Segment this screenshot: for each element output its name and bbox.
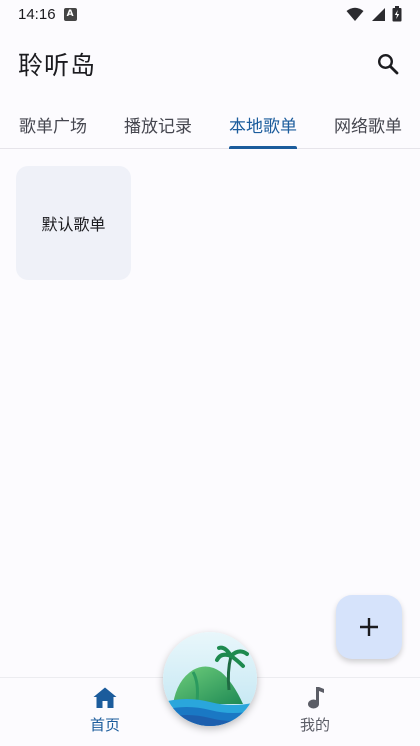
tab-play-history[interactable]: 播放记录 (124, 100, 192, 148)
tab-label: 本地歌单 (229, 116, 297, 137)
tab-label: 播放记录 (124, 116, 192, 137)
home-icon (93, 687, 117, 708)
nav-home[interactable]: 首页 (70, 686, 140, 742)
search-icon (377, 53, 399, 75)
battery-charging-icon (392, 6, 402, 22)
now-playing-disc[interactable] (163, 632, 257, 726)
playlist-name: 默认歌单 (41, 215, 106, 234)
cell-signal-icon (372, 7, 385, 21)
keyboard-a-icon: A (63, 7, 77, 21)
app-title: 聆听岛 (18, 51, 97, 80)
status-time: 14:16 (18, 5, 56, 23)
tab-indicator (229, 146, 297, 149)
tab-local-playlists[interactable]: 本地歌单 (229, 100, 297, 149)
island-artwork-icon (163, 632, 257, 726)
wifi-icon (346, 7, 364, 21)
nav-home-label: 首页 (89, 716, 120, 734)
app-bar: 聆听岛 (0, 36, 420, 92)
music-note-icon (308, 687, 324, 709)
tab-online-playlists[interactable]: 网络歌单 (334, 100, 402, 148)
search-button[interactable] (370, 46, 406, 82)
tab-label: 网络歌单 (334, 116, 402, 137)
tab-bar: 歌单广场 播放记录 本地歌单 网络歌单 (0, 100, 420, 149)
tab-label: 歌单广场 (19, 116, 87, 137)
playlist-card-default[interactable]: 默认歌单 (16, 166, 131, 280)
plus-icon (360, 618, 378, 636)
tab-playlist-square[interactable]: 歌单广场 (19, 100, 87, 148)
nav-mine[interactable]: 我的 (280, 686, 350, 742)
nav-mine-label: 我的 (299, 716, 330, 734)
add-playlist-button[interactable] (336, 595, 402, 659)
status-icons (346, 6, 402, 22)
status-bar: 14:16 A (0, 0, 420, 28)
